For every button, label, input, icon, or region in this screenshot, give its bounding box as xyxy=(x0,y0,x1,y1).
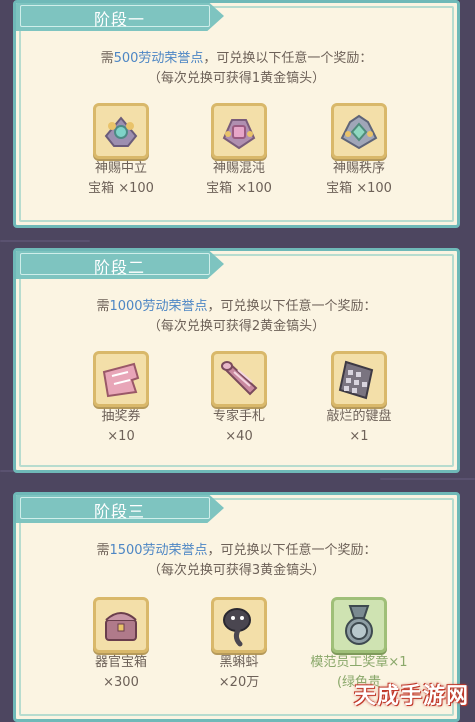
reward-name: 神赐秩序 xyxy=(332,161,385,176)
reward-item[interactable]: 专家手札 ×40 xyxy=(184,351,294,447)
background-streak xyxy=(380,478,475,480)
reward-quantity: ×10 xyxy=(107,429,135,444)
scroll-icon xyxy=(211,351,267,407)
reward-name: 神赐中立 xyxy=(94,161,147,176)
reward-item[interactable]: 黑蝌蚪 ×20万 xyxy=(184,597,294,693)
reward-quantity: 宝箱 ×100 xyxy=(88,181,154,196)
stage-title: 阶段一 xyxy=(94,10,146,29)
req-suffix: ，可兑换以下任意一个奖励： xyxy=(203,51,373,66)
bonus-note: （每次兑换可获得2黄金镐头） xyxy=(147,319,326,334)
reward-item[interactable]: 神赐秩序 宝箱 ×100 xyxy=(304,103,414,199)
reward-quantity: ×1 xyxy=(349,429,369,444)
neutral-chest-icon xyxy=(93,103,149,159)
requirement-text: 需1500劳动荣誉点，可兑换以下任意一个奖励： xyxy=(16,539,457,558)
bonus-note: （每次兑换可获得1黄金镐头） xyxy=(147,71,326,86)
reward-name: 抽奖券 xyxy=(101,409,141,424)
req-amount: 1500劳动荣誉点 xyxy=(109,543,208,558)
reward-name: 神赐混沌 xyxy=(212,161,265,176)
reward-item[interactable]: 敲烂的键盘 ×1 xyxy=(304,351,414,447)
requirement-text: 需500劳动荣誉点，可兑换以下任意一个奖励： xyxy=(16,47,457,66)
reward-quantity: ×20万 xyxy=(218,675,260,690)
ticket-icon xyxy=(93,351,149,407)
organ-chest-icon xyxy=(93,597,149,653)
reward-name: 模范员工奖章×1 xyxy=(310,655,408,670)
reward-name: 器官宝箱 xyxy=(94,655,147,670)
reward-item[interactable]: 神赐中立 宝箱 ×100 xyxy=(66,103,176,199)
background-streak xyxy=(0,240,90,242)
reward-item[interactable]: 神赐混沌 宝箱 ×100 xyxy=(184,103,294,199)
medal-icon xyxy=(331,597,387,653)
req-amount: 500劳动荣誉点 xyxy=(113,51,204,66)
chaos-chest-icon xyxy=(211,103,267,159)
tadpole-icon xyxy=(211,597,267,653)
reward-quantity: 宝箱 ×100 xyxy=(326,181,392,196)
req-prefix: 需 xyxy=(96,543,110,558)
order-chest-icon xyxy=(331,103,387,159)
req-prefix: 需 xyxy=(96,299,110,314)
bonus-note: （每次兑换可获得3黄金镐头） xyxy=(147,563,326,578)
reward-quantity: 宝箱 ×100 xyxy=(206,181,272,196)
reward-name: 黑蝌蚪 xyxy=(219,655,259,670)
req-suffix: ，可兑换以下任意一个奖励： xyxy=(207,299,377,314)
req-prefix: 需 xyxy=(100,51,114,66)
reward-item[interactable]: 抽奖券 ×10 xyxy=(66,351,176,447)
reward-quantity: ×300 xyxy=(103,675,139,690)
requirement-text: 需1000劳动荣誉点，可兑换以下任意一个奖励： xyxy=(16,295,457,314)
req-amount: 1000劳动荣誉点 xyxy=(109,299,208,314)
keyboard-icon xyxy=(331,351,387,407)
stage-card-1: 阶段一 需500劳动荣誉点，可兑换以下任意一个奖励： （每次兑换可获得1黄金镐头… xyxy=(13,0,460,228)
stage-title: 阶段二 xyxy=(94,258,146,277)
req-suffix: ，可兑换以下任意一个奖励： xyxy=(207,543,377,558)
stage-card-2: 阶段二 需1000劳动荣誉点，可兑换以下任意一个奖励： （每次兑换可获得2黄金镐… xyxy=(13,248,460,473)
reward-name: 专家手札 xyxy=(212,409,265,424)
stage-title: 阶段三 xyxy=(94,502,146,521)
reward-name: 敲烂的键盘 xyxy=(326,409,392,424)
site-watermark: 天成手游网 xyxy=(353,684,469,709)
reward-quantity: ×40 xyxy=(225,429,253,444)
reward-item[interactable]: 器官宝箱 ×300 xyxy=(66,597,176,693)
